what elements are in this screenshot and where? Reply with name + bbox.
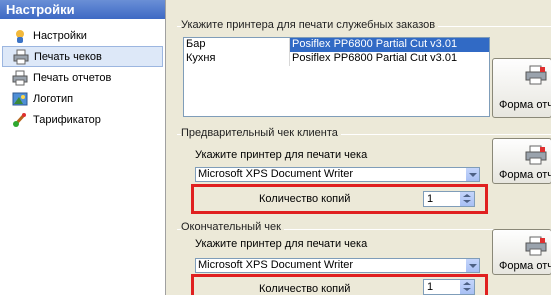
brush-icon: [12, 112, 28, 128]
list-item[interactable]: Бар Posiflex PP6800 Partial Cut v3.01: [184, 38, 489, 52]
printer-icon: [13, 49, 29, 65]
sidebar-item-check-printing[interactable]: Печать чеков: [2, 46, 163, 67]
list-item-printer: Posiflex PP6800 Partial Cut v3.01: [290, 38, 489, 52]
stepper-arrows-icon[interactable]: [460, 192, 474, 206]
sidebar-item-label: Логотип: [33, 92, 74, 105]
logo-icon: [12, 91, 28, 107]
list-item-name: Бар: [184, 38, 290, 52]
printer-icon: [525, 236, 547, 256]
pre-check-copies-label: Количество копий: [259, 193, 351, 205]
service-printers-list[interactable]: Бар Posiflex PP6800 Partial Cut v3.01 Ку…: [183, 37, 490, 117]
final-check-report-form-button[interactable]: Форма отчета: [492, 229, 551, 275]
final-check-copies-stepper[interactable]: 1: [423, 279, 475, 295]
pre-check-caption: Укажите принтер для печати чека: [195, 149, 368, 161]
report-form-label: Форма отчета: [499, 99, 551, 111]
sidebar-item-label: Настройки: [33, 29, 87, 42]
chevron-down-icon[interactable]: [465, 168, 479, 181]
settings-icon: [12, 28, 28, 44]
final-check-copies-label: Количество копий: [259, 283, 351, 295]
printer-icon: [12, 70, 28, 86]
stepper-value: 1: [427, 193, 434, 205]
pre-check-copies-stepper[interactable]: 1: [423, 191, 475, 207]
stepper-value: 1: [427, 281, 434, 293]
final-check-caption: Укажите принтер для печати чека: [195, 238, 368, 250]
list-item-name: Кухня: [184, 52, 290, 66]
final-check-title: Окончательный чек: [181, 221, 284, 233]
sidebar-list: Настройки Печать чеков Печать отчетов Ло…: [0, 19, 165, 130]
pre-check-printer-select[interactable]: Microsoft XPS Document Writer: [195, 167, 480, 182]
printer-icon: [525, 145, 547, 165]
sidebar-title: Настройки: [0, 0, 165, 19]
sidebar-item-label: Печать отчетов: [33, 71, 112, 84]
sidebar-item-label: Печать чеков: [34, 50, 102, 63]
pre-check-report-form-button[interactable]: Форма отчета: [492, 138, 551, 184]
report-form-label: Форма отчета: [499, 260, 551, 272]
service-orders-title: Укажите принтера для печати служебных за…: [181, 19, 439, 31]
list-item[interactable]: Кухня Posiflex PP6800 Partial Cut v3.01: [184, 52, 489, 66]
sidebar-item-logo[interactable]: Логотип: [2, 88, 163, 109]
report-form-label: Форма отчета: [499, 169, 551, 181]
printer-icon: [525, 65, 547, 85]
selected-value: Microsoft XPS Document Writer: [198, 259, 354, 271]
sidebar-item-tariff[interactable]: Тарификатор: [2, 109, 163, 130]
sidebar: Настройки Настройки Печать чеков Печать …: [0, 0, 166, 295]
stepper-arrows-icon[interactable]: [460, 280, 474, 294]
main-panel: Укажите принтера для печати служебных за…: [167, 0, 551, 295]
service-report-form-button[interactable]: Форма отчета: [492, 58, 551, 118]
chevron-down-icon[interactable]: [465, 259, 479, 272]
pre-check-title: Предварительный чек клиента: [181, 127, 341, 139]
list-item-printer: Posiflex PP6800 Partial Cut v3.01: [292, 52, 458, 64]
sidebar-item-label: Тарификатор: [33, 113, 101, 126]
sidebar-item-report-printing[interactable]: Печать отчетов: [2, 67, 163, 88]
final-check-printer-select[interactable]: Microsoft XPS Document Writer: [195, 258, 480, 273]
sidebar-item-settings[interactable]: Настройки: [2, 25, 163, 46]
selected-value: Microsoft XPS Document Writer: [198, 168, 354, 180]
